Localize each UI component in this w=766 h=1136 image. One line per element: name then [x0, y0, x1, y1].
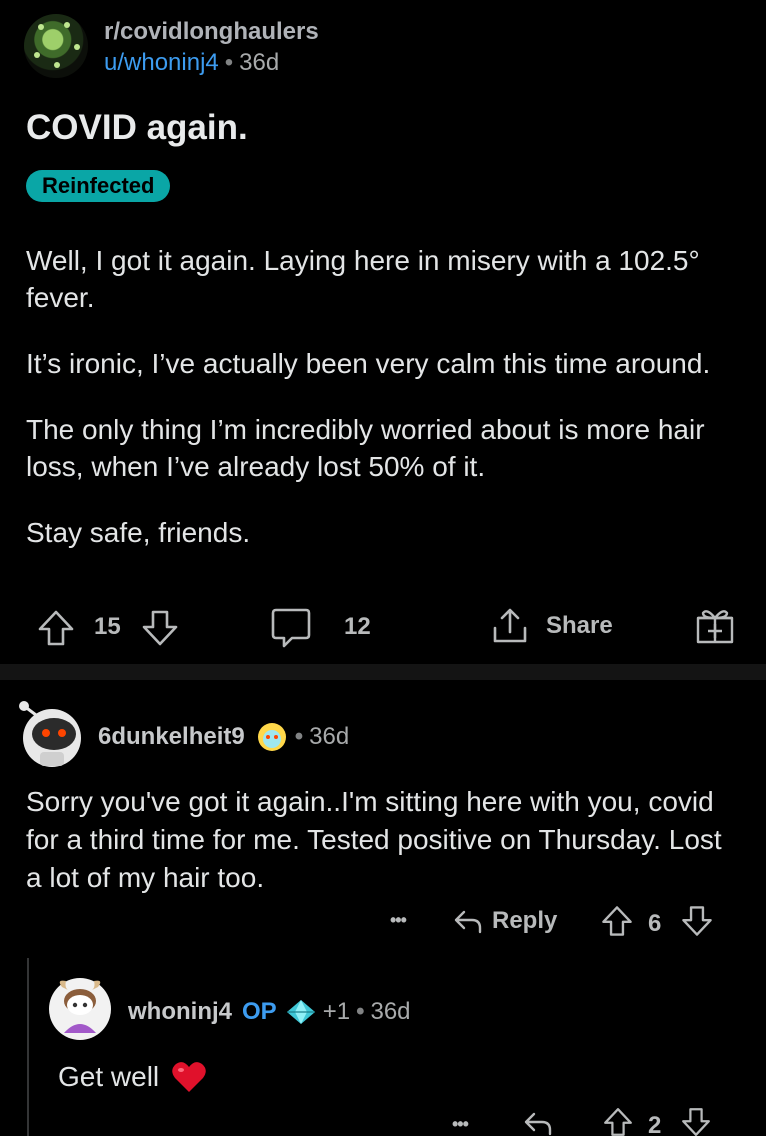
snoo-astronaut-avatar [19, 701, 81, 767]
reply-author-line: whoninj4 OP +1 • 36d [128, 998, 411, 1026]
award-count: +1 [322, 998, 351, 1025]
post-flair[interactable]: Reinfected [26, 170, 171, 202]
reply-button[interactable]: Reply [452, 906, 557, 936]
avatar-badge-icon [257, 723, 286, 751]
reply-downvote-button[interactable] [680, 1106, 712, 1136]
downvote-icon [682, 906, 712, 936]
comment-icon [271, 608, 311, 648]
reply-username[interactable]: whoninj4 [128, 998, 232, 1026]
comments-button[interactable] [270, 606, 312, 650]
comment-upvote-button[interactable] [600, 904, 634, 938]
author-line: u/whoninj4 • 36d [104, 49, 279, 77]
separator-dot: • [224, 49, 234, 76]
reply-more-button[interactable]: ••• [452, 1114, 469, 1135]
comment-downvote-button[interactable] [680, 904, 714, 938]
comment-more-button[interactable]: ••• [390, 910, 407, 931]
downvote-button[interactable] [140, 608, 180, 648]
comment-action-bar: ••• Reply 6 [0, 900, 766, 950]
reply-reply-button[interactable] [522, 1108, 554, 1136]
separator-dot: • [294, 723, 304, 750]
share-button[interactable]: Share [490, 606, 613, 646]
comment-author-line: 6dunkelheit9 • 36d [98, 720, 349, 754]
diamond-award-icon[interactable] [285, 998, 317, 1026]
post-action-bar: 15 12 Share [0, 600, 766, 652]
reply-age: 36d [370, 998, 411, 1025]
post-paragraph: Well, I got it again. Laying here in mis… [26, 245, 700, 313]
reply-body: Get well [58, 1060, 207, 1094]
section-divider [0, 664, 766, 680]
upvote-icon [604, 1108, 632, 1136]
downvote-icon [682, 1108, 710, 1136]
op-badge: OP [242, 998, 277, 1025]
comment-count: 12 [344, 613, 371, 640]
comment-vote-count: 6 [648, 910, 662, 937]
post-author[interactable]: u/whoninj4 [104, 49, 219, 76]
heart-emoji [172, 1062, 206, 1092]
comment-body: Sorry you've got it again..I'm sitting h… [26, 786, 722, 893]
reply-author-avatar[interactable] [48, 977, 112, 1041]
post-title: COVID again. [26, 108, 248, 147]
post-body: Well, I got it again. Laying here in mis… [26, 242, 726, 580]
subreddit-avatar[interactable] [24, 14, 88, 78]
gift-award-icon [696, 610, 734, 644]
subreddit-name[interactable]: r/covidlonghaulers [104, 18, 319, 46]
reply-action-bar: ••• 2 [0, 1100, 766, 1136]
comment-age: 36d [309, 723, 350, 750]
post-paragraph: It’s ironic, I’ve actually been very cal… [26, 348, 711, 379]
reply-label: Reply [492, 907, 558, 934]
reply-icon [524, 1112, 552, 1136]
reply-body-text: Get well [58, 1061, 160, 1092]
share-icon [493, 608, 527, 643]
reply-vote-count: 2 [648, 1112, 662, 1136]
post-header: r/covidlonghaulers u/whoninj4 • 36d [24, 14, 724, 80]
commenter-avatar[interactable] [18, 700, 82, 768]
post-paragraph: The only thing I’m incredibly worried ab… [26, 414, 705, 482]
snoo-avatar [49, 978, 111, 1040]
post-paragraph: Stay safe, friends. [26, 517, 251, 548]
upvote-icon [38, 610, 74, 646]
post-age: 36d [239, 49, 280, 76]
comment-username[interactable]: 6dunkelheit9 [98, 723, 245, 751]
award-button[interactable] [694, 604, 736, 646]
upvote-icon [602, 906, 632, 936]
reply-upvote-button[interactable] [602, 1106, 634, 1136]
separator-dot: • [356, 998, 365, 1025]
upvote-button[interactable] [36, 608, 76, 648]
reply-icon [454, 910, 482, 934]
downvote-icon [142, 610, 178, 646]
share-label: Share [546, 612, 613, 639]
post-vote-count: 15 [94, 613, 121, 640]
